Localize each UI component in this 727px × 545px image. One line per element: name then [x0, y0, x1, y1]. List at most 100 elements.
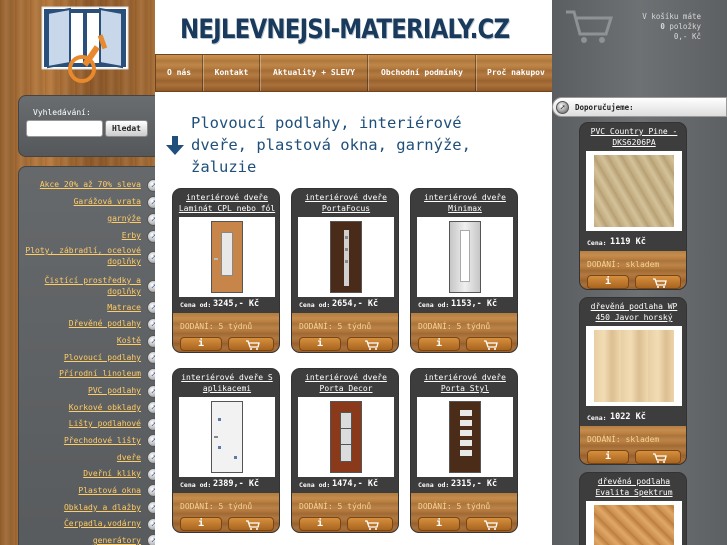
product-image[interactable]: [179, 397, 275, 477]
recommended-card[interactable]: dřevěná podlaha WP 450 Javor horský stru…: [579, 297, 687, 465]
product-title[interactable]: interiérové dveře Porta Styl: [415, 372, 515, 394]
product-image[interactable]: [586, 151, 682, 231]
product-title[interactable]: interiérové dveře S aplikacemi: [177, 372, 277, 394]
add-to-cart-button[interactable]: [228, 337, 274, 351]
nav-item-about[interactable]: O nás: [156, 55, 203, 91]
category-link[interactable]: Plovoucí podlahy: [13, 352, 141, 363]
basket-total: 0,- Kč: [673, 32, 701, 41]
recommended-header: ➚ Doporučujeme:: [552, 97, 727, 117]
delivery-info: DODÁNÍ: 5 týdnů: [299, 322, 372, 331]
product-image[interactable]: [179, 217, 275, 297]
category-link[interactable]: generátory: [13, 535, 141, 545]
category-link[interactable]: Korkové obklady: [13, 402, 141, 413]
nav-item-why-buy[interactable]: Proč nakupov: [476, 55, 546, 91]
product-card[interactable]: interiérové dveře Laminát CPL nebo fól C…: [172, 188, 280, 353]
product-price: 2389,- Kč: [213, 479, 260, 489]
recommended-item-title[interactable]: PVC Country Pine - DKS6206PA: [584, 126, 684, 148]
product-price: 1119 Kč: [610, 237, 646, 247]
info-button[interactable]: i: [299, 337, 341, 351]
search-panel: Vyhledávání: Hledat: [18, 95, 155, 157]
category-link[interactable]: dveře: [13, 452, 141, 463]
category-link[interactable]: Dřevěné podlahy: [13, 318, 141, 329]
category-link[interactable]: Akce 20% až 70% sleva: [13, 179, 141, 190]
add-to-cart-button[interactable]: [466, 337, 512, 351]
info-button[interactable]: i: [587, 450, 629, 464]
category-link[interactable]: Matrace: [13, 302, 141, 313]
add-to-cart-button[interactable]: [347, 517, 393, 531]
main-content: NEJLEVNEJSI-MATERIALY.CZ O nás Kontakt A…: [155, 0, 707, 545]
site-logo[interactable]: [40, 5, 132, 89]
nav-item-contact[interactable]: Kontakt: [203, 55, 260, 91]
category-link[interactable]: Čerpadla,vodárny: [13, 518, 141, 529]
product-image[interactable]: [586, 326, 682, 406]
card-footer: DODÁNÍ: 5 týdnů i: [173, 493, 279, 532]
category-link[interactable]: Ploty, zábradlí, ocelové doplňky: [13, 245, 141, 267]
category-link[interactable]: Lišty podlahové: [13, 418, 141, 429]
category-link[interactable]: PVC podlahy: [13, 385, 141, 396]
product-title[interactable]: interiérové dveře Minimax: [415, 192, 515, 214]
category-link[interactable]: Přechodové lišty: [13, 435, 141, 446]
product-title[interactable]: interiérové dveře Porta Decor: [296, 372, 396, 394]
info-button[interactable]: i: [180, 337, 222, 351]
product-card[interactable]: interiérové dveře S aplikacemi Cena od: …: [172, 368, 280, 533]
recommended-card[interactable]: PVC Country Pine - DKS6206PA Cena: 1119 …: [579, 122, 687, 290]
search-input[interactable]: [26, 120, 103, 137]
product-card[interactable]: interiérové dveře Porta Styl Cena od: 23…: [410, 368, 518, 533]
recommended-card[interactable]: dřevěná podlaha Evalita Spektrum: [579, 472, 687, 545]
cart-icon: [484, 340, 498, 350]
add-to-cart-button[interactable]: [635, 275, 681, 289]
category-link[interactable]: Přírodní linoleum: [13, 368, 141, 379]
category-link[interactable]: Erby: [13, 230, 141, 241]
info-button[interactable]: i: [418, 517, 460, 531]
nav-item-news[interactable]: Aktuality + SLEVY: [260, 55, 368, 91]
add-to-cart-button[interactable]: [228, 517, 274, 531]
category-link[interactable]: garnýže: [13, 213, 141, 224]
add-to-cart-button[interactable]: [466, 517, 512, 531]
category-link[interactable]: Obklady a dlažby: [13, 502, 141, 513]
product-card[interactable]: interiérové dveře Minimax Cena od: 1153,…: [410, 188, 518, 353]
info-button[interactable]: i: [418, 337, 460, 351]
product-price: 2654,- Kč: [332, 299, 379, 309]
product-image[interactable]: [298, 217, 394, 297]
card-footer: DODÁNÍ: skladem i: [580, 251, 686, 289]
product-image[interactable]: [298, 397, 394, 477]
price-label: Cena:: [587, 239, 607, 247]
delivery-info: DODÁNÍ: skladem: [587, 435, 660, 444]
nav-item-terms[interactable]: Obchodní podmínky: [368, 55, 476, 91]
product-title[interactable]: interiérové dveře Laminát CPL nebo fól: [177, 192, 277, 214]
cart-icon: [365, 340, 379, 350]
product-image[interactable]: [417, 217, 513, 297]
price-label: Cena od:: [180, 301, 212, 309]
product-image[interactable]: [586, 501, 682, 545]
site-title[interactable]: NEJLEVNEJSI-MATERIALY.CZ: [180, 14, 510, 45]
product-card[interactable]: interiérové dveře Porta Decor Cena od: 1…: [291, 368, 399, 533]
product-title[interactable]: interiérové dveře PortaFocus: [296, 192, 396, 214]
category-link[interactable]: Dveřní kliky: [13, 468, 141, 479]
delivery-info: DODÁNÍ: 5 týdnů: [299, 502, 372, 511]
price-label: Cena od:: [418, 301, 450, 309]
delivery-info: DODÁNÍ: 5 týdnů: [180, 322, 253, 331]
info-button[interactable]: i: [587, 275, 629, 289]
search-button[interactable]: Hledat: [105, 120, 148, 137]
basket-label[interactable]: V košíku máte: [642, 12, 701, 21]
info-button[interactable]: i: [180, 517, 222, 531]
add-to-cart-button[interactable]: [347, 337, 393, 351]
left-sidebar: Vyhledávání: Hledat Akce 20% až 70% slev…: [0, 0, 155, 545]
info-button[interactable]: i: [299, 517, 341, 531]
category-menu: Akce 20% až 70% sleva Garážová vrata gar…: [18, 166, 155, 545]
add-to-cart-button[interactable]: [635, 450, 681, 464]
product-price: 1474,- Kč: [332, 479, 379, 489]
price-label: Cena od:: [299, 301, 331, 309]
search-label: Vyhledávání:: [33, 108, 91, 117]
category-link[interactable]: Plastová okna: [13, 485, 141, 496]
category-link[interactable]: Čistící prostředky a doplňky: [13, 275, 141, 297]
cart-icon: [484, 520, 498, 530]
recommended-item-title[interactable]: dřevěná podlaha WP 450 Javor horský stru…: [584, 301, 684, 323]
product-card[interactable]: interiérové dveře PortaFocus Cena od: 26…: [291, 188, 399, 353]
basket-cart-icon[interactable]: [564, 8, 614, 48]
recommended-item-title[interactable]: dřevěná podlaha Evalita Spektrum: [584, 476, 684, 498]
category-link[interactable]: Koště: [13, 335, 141, 346]
product-image[interactable]: [417, 397, 513, 477]
category-link[interactable]: Garážová vrata: [13, 196, 141, 207]
arrow-down-icon: [166, 136, 184, 158]
